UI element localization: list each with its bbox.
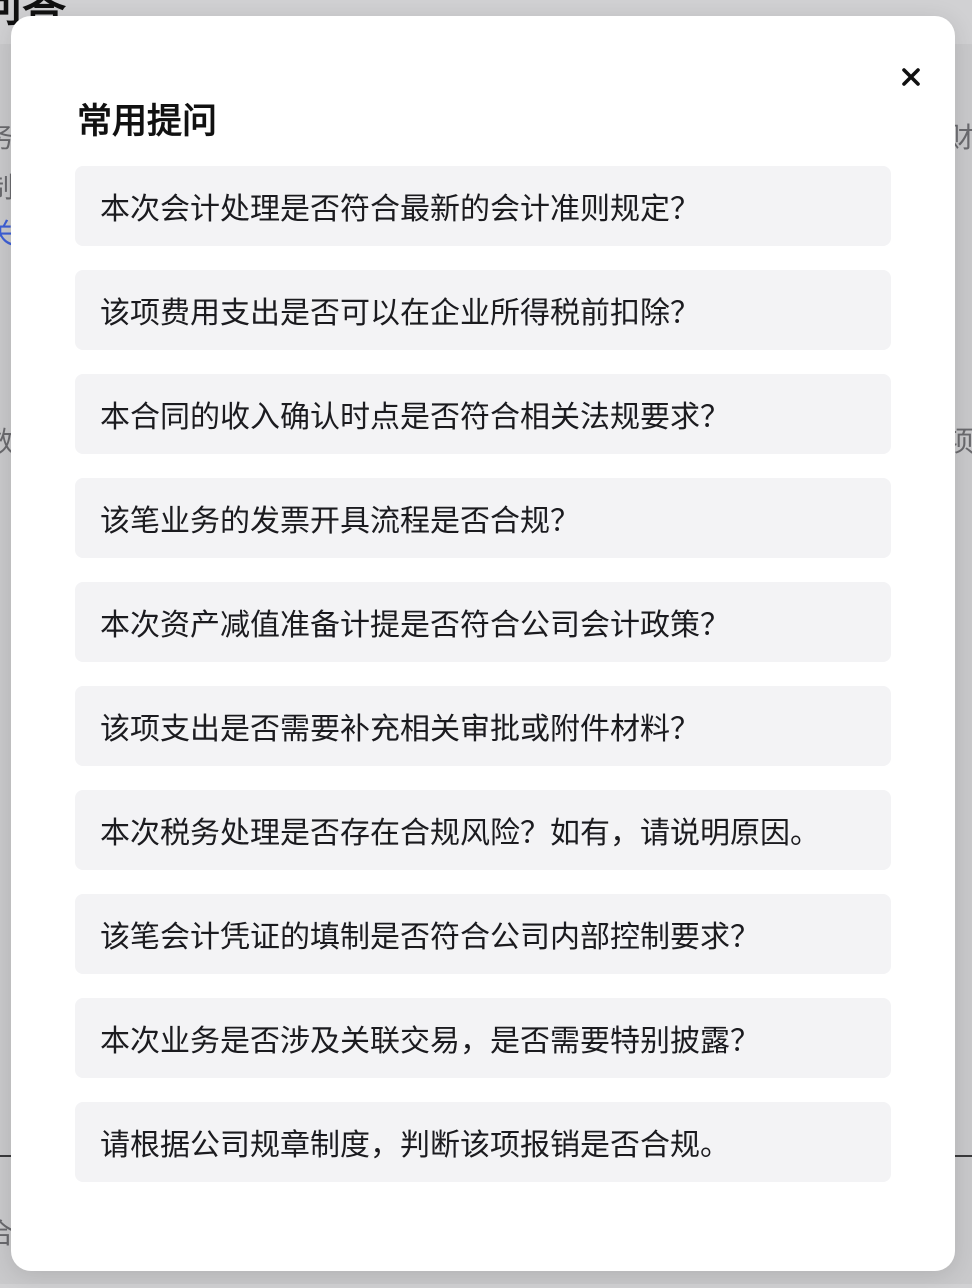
question-item[interactable]: 本次资产减值准备计提是否符合公司会计政策？ (75, 582, 891, 662)
question-text: 本合同的收入确认时点是否符合相关法规要求？ (100, 400, 730, 435)
modal-title: 常用提问 (77, 102, 218, 142)
question-text: 本次会计处理是否符合最新的会计准则规定？ (100, 192, 700, 227)
question-text: 本次税务处理是否存在合规风险？如有，请说明原因。 (100, 816, 820, 851)
question-item[interactable]: 本次会计处理是否符合最新的会计准则规定？ (75, 166, 891, 246)
close-icon (902, 68, 920, 86)
question-item[interactable]: 该项费用支出是否可以在企业所得税前扣除？ (75, 270, 891, 350)
question-text: 本次资产减值准备计提是否符合公司会计政策？ (100, 608, 730, 643)
question-item[interactable]: 该笔会计凭证的填制是否符合公司内部控制要求？ (75, 894, 891, 974)
question-text: 该项费用支出是否可以在企业所得税前扣除？ (100, 296, 700, 331)
question-item[interactable]: 本次税务处理是否存在合规风险？如有，请说明原因。 (75, 790, 891, 870)
question-list: 本次会计处理是否符合最新的会计准则规定？ 该项费用支出是否可以在企业所得税前扣除… (75, 166, 891, 1206)
question-item[interactable]: 本合同的收入确认时点是否符合相关法规要求？ (75, 374, 891, 454)
question-text: 本次业务是否涉及关联交易，是否需要特别披露？ (100, 1024, 760, 1059)
question-text: 请根据公司规章制度，判断该项报销是否合规。 (100, 1128, 730, 1163)
question-item[interactable]: 该笔业务的发票开具流程是否合规？ (75, 478, 891, 558)
question-item[interactable]: 本次业务是否涉及关联交易，是否需要特别披露？ (75, 998, 891, 1078)
question-text: 该笔业务的发票开具流程是否合规？ (100, 504, 580, 539)
common-questions-modal: 常用提问 本次会计处理是否符合最新的会计准则规定？ 该项费用支出是否可以在企业所… (11, 16, 955, 1271)
question-text: 该笔会计凭证的填制是否符合公司内部控制要求？ (100, 920, 760, 955)
question-text: 该项支出是否需要补充相关审批或附件材料？ (100, 712, 700, 747)
close-button[interactable] (894, 60, 928, 94)
question-item[interactable]: 该项支出是否需要补充相关审批或附件材料？ (75, 686, 891, 766)
question-item[interactable]: 请根据公司规章制度，判断该项报销是否合规。 (75, 1102, 891, 1182)
